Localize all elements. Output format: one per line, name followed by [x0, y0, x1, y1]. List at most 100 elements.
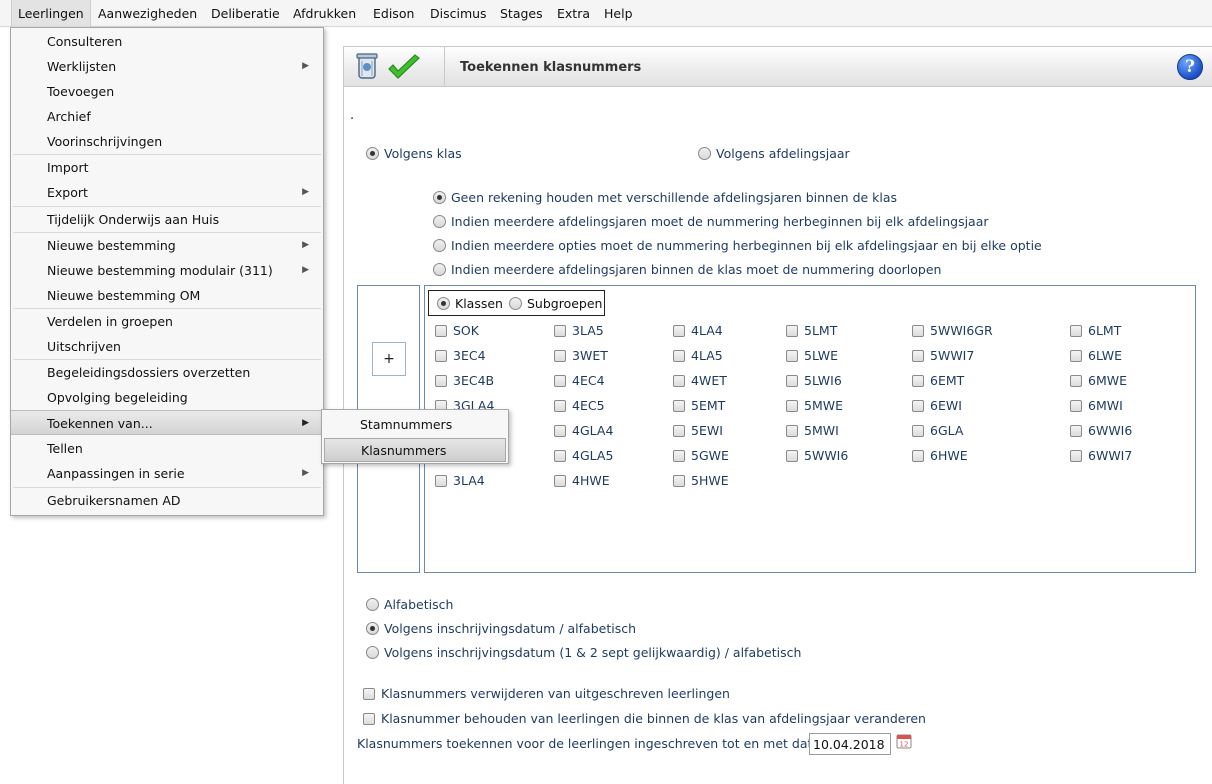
class-checkbox[interactable]: 6MWI [1070, 397, 1123, 415]
checkbox[interactable] [912, 375, 924, 387]
class-checkbox[interactable]: 3EC4 [435, 347, 486, 365]
checkbox[interactable] [673, 475, 685, 487]
radio-indicator[interactable] [433, 239, 446, 252]
menu-item-toevoegen[interactable]: Toevoegen [11, 79, 323, 104]
checkbox[interactable] [1070, 350, 1082, 362]
class-checkbox[interactable]: 5EMT [673, 397, 725, 415]
class-checkbox[interactable]: 4LA5 [673, 347, 723, 365]
class-checkbox[interactable]: 5GWE [673, 447, 729, 465]
radio-volgens-afdelingsjaar[interactable]: Volgens afdelingsjaar [698, 145, 850, 163]
menu-item-import[interactable]: Import [11, 155, 323, 180]
menu-item-tijdelijk-onderwijs[interactable]: Tijdelijk Onderwijs aan Huis [11, 207, 323, 232]
add-button[interactable]: + [372, 342, 406, 376]
radio-indicator[interactable] [366, 622, 379, 635]
class-checkbox[interactable]: 3WET [554, 347, 608, 365]
checkmark-icon[interactable] [386, 54, 422, 82]
menu-item-archief[interactable]: Archief [11, 104, 323, 129]
class-checkbox[interactable]: 4HWE [554, 472, 610, 490]
class-checkbox[interactable]: 4GLA5 [554, 447, 613, 465]
checkbox[interactable] [786, 325, 798, 337]
menu-item-nieuwe-bestemming-om[interactable]: Nieuwe bestemming OM [11, 283, 323, 308]
checkbox[interactable] [786, 450, 798, 462]
class-checkbox[interactable]: 5LWI6 [786, 372, 842, 390]
class-checkbox[interactable]: 4LA4 [673, 322, 723, 340]
class-checkbox[interactable]: 4WET [673, 372, 727, 390]
class-checkbox[interactable]: 6WWI7 [1070, 447, 1132, 465]
checkbox[interactable] [435, 375, 447, 387]
checkbox[interactable] [786, 425, 798, 437]
menu-item-nieuwe-bestemming-modulair[interactable]: Nieuwe bestemming modulair (311) ▶ [11, 258, 323, 283]
radio-indicator[interactable] [433, 263, 446, 276]
menu-item-opvolging-begeleiding[interactable]: Opvolging begeleiding [11, 385, 323, 410]
checkbox[interactable] [786, 400, 798, 412]
checkbox[interactable] [912, 325, 924, 337]
menu-item-consulteren[interactable]: Consulteren [11, 29, 323, 54]
menu-item-begeleidingsdossiers[interactable]: Begeleidingsdossiers overzetten [11, 360, 323, 385]
radio-numbering-option[interactable]: Geen rekening houden met verschillende a… [433, 189, 897, 207]
checkbox[interactable] [673, 350, 685, 362]
clear-icon[interactable] [354, 52, 380, 82]
menu-stages[interactable]: Stages [494, 0, 549, 27]
class-checkbox[interactable]: 4EC4 [554, 372, 605, 390]
menu-item-aanpassingen-in-serie[interactable]: Aanpassingen in serie ▶ [11, 461, 323, 486]
checkbox[interactable] [786, 350, 798, 362]
radio-numbering-option[interactable]: Indien meerdere opties moet de nummering… [433, 237, 1042, 255]
radio-sort-option[interactable]: Alfabetisch [366, 596, 453, 614]
checkbox[interactable] [673, 400, 685, 412]
class-checkbox[interactable]: 5LWE [786, 347, 838, 365]
checkbox[interactable] [363, 688, 375, 700]
radio-klassen[interactable]: Klassen [437, 295, 503, 313]
class-checkbox[interactable]: 5WWI7 [912, 347, 974, 365]
checkbox[interactable] [1070, 425, 1082, 437]
class-checkbox[interactable]: 6HWE [912, 447, 968, 465]
checkbox[interactable] [435, 475, 447, 487]
checkbox[interactable] [673, 450, 685, 462]
checkbox-remove-unenrolled[interactable]: Klasnummers verwijderen van uitgeschreve… [363, 685, 730, 703]
checkbox[interactable] [912, 425, 924, 437]
menu-item-gebruikersnamen-ad[interactable]: Gebruikersnamen AD [11, 488, 323, 513]
class-checkbox[interactable]: 3EC4B [435, 372, 494, 390]
menu-afdrukken[interactable]: Afdrukken [287, 0, 362, 27]
menu-item-toekennen-van[interactable]: Toekennen van... ▶ [11, 410, 323, 435]
calendar-icon[interactable]: 12 [896, 733, 912, 749]
checkbox[interactable] [1070, 400, 1082, 412]
menu-aanwezigheden[interactable]: Aanwezigheden [92, 0, 203, 27]
checkbox-keep-numbers[interactable]: Klasnummer behouden van leerlingen die b… [363, 710, 926, 728]
checkbox[interactable] [673, 375, 685, 387]
checkbox[interactable] [1070, 450, 1082, 462]
checkbox[interactable] [554, 475, 566, 487]
class-checkbox[interactable]: 5MWE [786, 397, 843, 415]
help-icon[interactable]: ? [1177, 54, 1203, 80]
checkbox[interactable] [673, 325, 685, 337]
class-checkbox[interactable]: 4EC5 [554, 397, 605, 415]
checkbox[interactable] [673, 425, 685, 437]
class-checkbox[interactable]: 6EWI [912, 397, 962, 415]
radio-volgens-klas[interactable]: Volgens klas [366, 145, 462, 163]
checkbox[interactable] [912, 400, 924, 412]
class-checkbox[interactable]: 6LWE [1070, 347, 1122, 365]
menu-help[interactable]: Help [598, 0, 639, 27]
checkbox[interactable] [554, 400, 566, 412]
class-checkbox[interactable]: 5HWE [673, 472, 729, 490]
class-checkbox[interactable]: 6LMT [1070, 322, 1121, 340]
radio-indicator[interactable] [437, 297, 450, 310]
menu-edison[interactable]: Edison [367, 0, 420, 27]
menu-item-export[interactable]: Export ▶ [11, 180, 323, 205]
menu-item-tellen[interactable]: Tellen [11, 436, 323, 461]
menu-leerlingen[interactable]: Leerlingen [11, 0, 91, 27]
radio-subgroepen[interactable]: Subgroepen [509, 295, 602, 313]
menu-item-verdelen-in-groepen[interactable]: Verdelen in groepen [11, 309, 323, 334]
menu-item-uitschrijven[interactable]: Uitschrijven [11, 334, 323, 359]
checkbox[interactable] [363, 713, 375, 725]
checkbox[interactable] [912, 450, 924, 462]
checkbox[interactable] [435, 325, 447, 337]
menu-deliberatie[interactable]: Deliberatie [205, 0, 286, 27]
menu-extra[interactable]: Extra [551, 0, 596, 27]
date-input[interactable] [809, 733, 891, 755]
submenu-item-stamnummers[interactable]: Stamnummers [324, 413, 506, 437]
menu-item-voorinschrijvingen[interactable]: Voorinschrijvingen [11, 129, 323, 154]
radio-indicator[interactable] [509, 297, 522, 310]
class-checkbox[interactable]: 5EWI [673, 422, 723, 440]
class-checkbox[interactable]: 5WWI6 [786, 447, 848, 465]
radio-indicator[interactable] [366, 646, 379, 659]
